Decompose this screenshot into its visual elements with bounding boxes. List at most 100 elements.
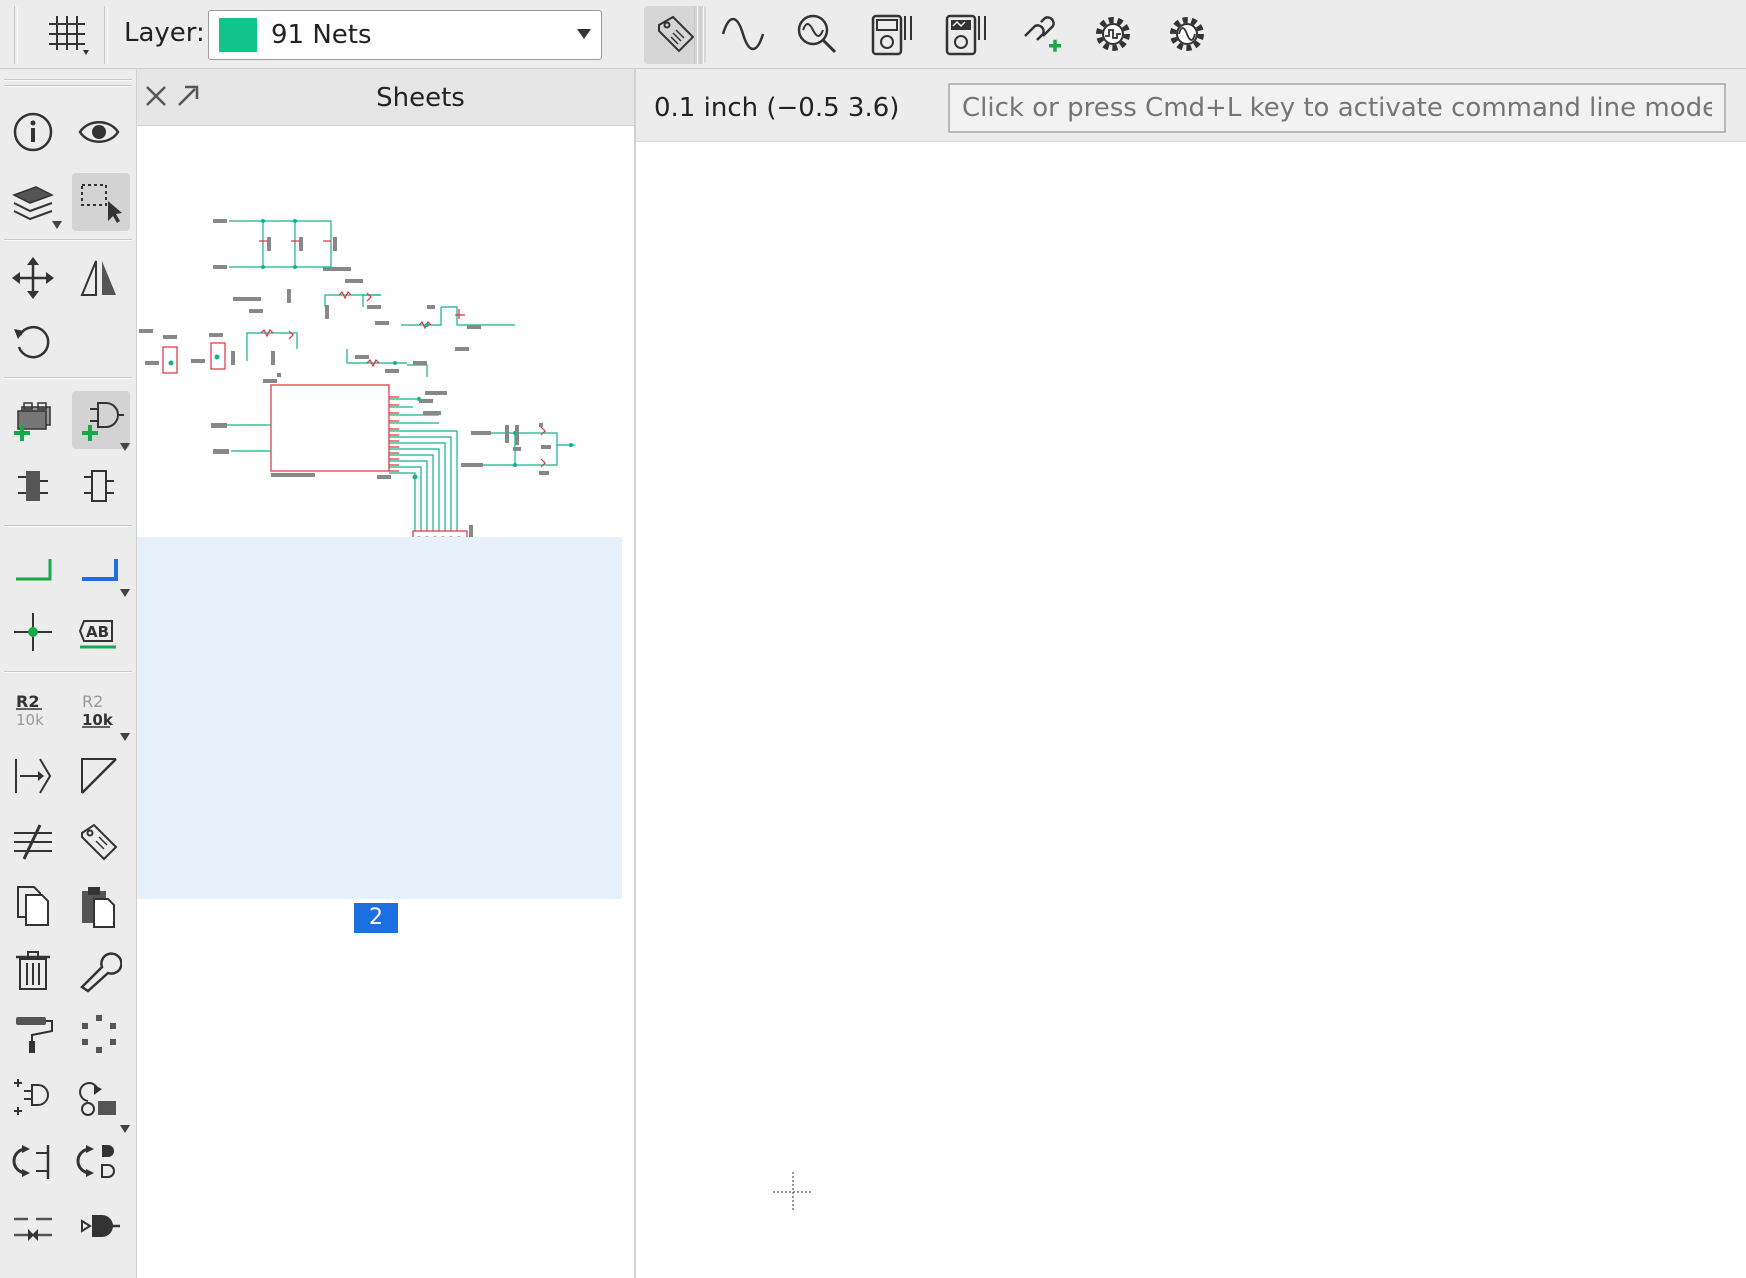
sheet-thumbnail-1[interactable] [137,129,627,569]
connect-gate-icon [81,1215,120,1237]
voltage-meter-button[interactable] [860,4,922,64]
ripup-icon [14,1217,52,1241]
gateswap-button[interactable] [70,1133,128,1191]
smash-icon [79,1082,116,1116]
tag-icon [81,823,118,861]
mirror-button[interactable] [70,249,128,307]
miter-button[interactable] [70,747,128,805]
name-button[interactable]: R2 10k [4,681,62,739]
ripup-button[interactable] [4,1197,62,1255]
select-rectangle-icon [81,184,122,223]
transient-gear-icon [1170,17,1204,51]
simulation-gear-icon [1096,17,1130,51]
connect-button[interactable] [70,1197,128,1255]
svg-text:AB: AB [86,623,109,641]
move-button[interactable] [4,249,62,307]
chevron-down-icon [120,733,130,741]
part-outline-icon [84,470,114,502]
sheet-number-2[interactable]: 2 [354,903,398,933]
add-part-button[interactable] [4,391,62,449]
attribute-button[interactable] [70,813,128,871]
delete-button[interactable] [4,941,62,999]
name-icon: R210k [16,692,44,729]
chevron-down-icon [577,29,591,39]
optimize-button[interactable] [70,1005,128,1063]
layer-select[interactable]: 91 Nets [208,10,602,60]
add-gate-button[interactable] [72,391,130,449]
net-class-tag-icon [658,15,695,53]
edit-part-button[interactable] [70,457,128,515]
add-link-button[interactable] [1008,4,1070,64]
invoke-gate-icon [14,1079,49,1115]
toolbar-separator [700,6,704,64]
info-button[interactable] [4,103,62,161]
label-icon: AB [78,620,116,649]
mirror-icon [80,260,116,296]
info-icon [13,112,53,152]
sine-wave-icon [721,17,765,51]
copy-icon [17,886,49,926]
grid-button[interactable] [36,4,98,64]
current-meter-icon [945,14,986,56]
layer-label: Layer: [124,18,205,48]
pinswap-button[interactable] [4,1133,62,1191]
chevron-down-icon [52,221,62,229]
command-line-input[interactable] [948,83,1726,133]
tool-palette: AB R2 10k R2 10k [0,69,137,1278]
paste-button[interactable] [70,877,128,935]
net-icon [82,559,118,581]
current-meter-button[interactable] [934,4,996,64]
name-icon-label: R2 [16,692,39,711]
split-button[interactable] [4,747,62,805]
split-icon [15,758,52,794]
palette-separator [4,239,132,241]
pinswap-icon [12,1145,50,1179]
grid-icon [49,16,89,55]
show-button[interactable] [70,103,128,161]
add-link-icon [1024,16,1061,52]
gateswap-icon [76,1145,115,1178]
status-bar: 0.1 inch (−0.5 3.6) [636,69,1746,142]
chevron-down-icon [120,1125,130,1133]
waveform-probe-icon [797,14,837,54]
paint-roller-button[interactable] [4,1005,62,1063]
layers-icon [12,186,54,221]
wire-button[interactable] [4,539,62,597]
transient-gear-button[interactable] [1156,4,1218,64]
smash-button[interactable] [70,1069,128,1127]
palette-separator [4,377,132,379]
slice-button[interactable] [4,813,62,871]
simulation-gear-button[interactable] [1082,4,1144,64]
invoke-button[interactable] [4,1069,62,1127]
toolbar-separator [14,6,18,64]
rotate-button[interactable] [4,313,62,371]
palette-separator [4,85,132,87]
sheets-panel-title: Sheets [376,83,465,113]
probe-button[interactable] [786,4,848,64]
label-button[interactable]: AB [70,603,128,661]
sheet-thumbnail-2[interactable] [137,537,622,899]
paint-roller-icon [16,1017,53,1053]
paste-icon [82,887,115,928]
slice-icon [14,824,52,860]
value-icon: R210k [82,692,114,729]
value-button[interactable]: R2 10k [70,681,128,739]
chevron-down-icon [120,589,130,597]
layer-select-value: 91 Nets [271,20,372,50]
palette-separator [4,525,132,527]
palette-separator [4,79,132,81]
trash-icon [16,951,50,990]
sine-wave-button[interactable] [712,4,774,64]
move-icon [12,257,54,299]
copy-button[interactable] [4,877,62,935]
add-gate-icon [82,402,124,441]
group-select-button[interactable] [72,173,130,231]
schematic-canvas[interactable] [636,142,1746,1278]
toolbar-separator [104,6,108,64]
value-icon-name: R2 [82,692,103,711]
voltage-meter-icon [871,14,912,56]
replace-button[interactable] [4,457,62,515]
wrench-icon [80,952,122,993]
junction-button[interactable] [4,603,62,661]
change-button[interactable] [70,941,128,999]
